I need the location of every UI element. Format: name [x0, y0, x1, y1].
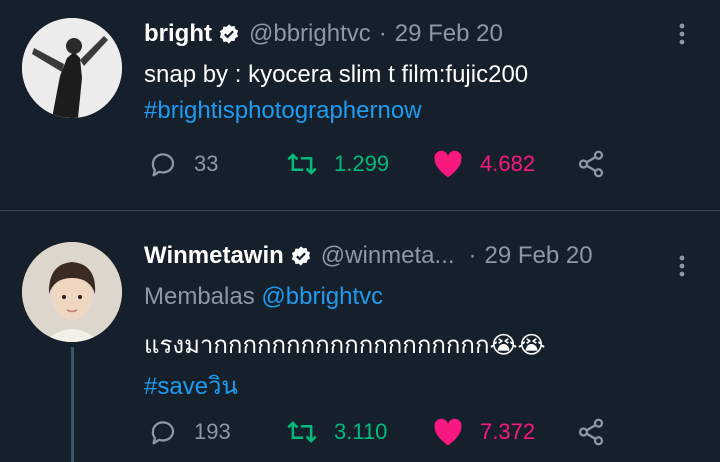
verified-badge-icon	[218, 23, 240, 45]
display-name[interactable]: bright	[144, 20, 212, 48]
tweet[interactable]: bright @bbrightvc · 29 Feb 20 snap by : …	[0, 0, 720, 211]
handle[interactable]: @bbrightvc	[249, 20, 371, 48]
retweet-icon	[286, 149, 318, 179]
timestamp[interactable]: 29 Feb 20	[395, 20, 503, 48]
separator-dot: ·	[378, 20, 387, 47]
tweet-header: bright @bbrightvc · 29 Feb 20	[144, 17, 690, 51]
heart-icon	[432, 149, 464, 179]
like-button[interactable]: 4.682	[432, 146, 535, 182]
reply-count: 33	[194, 151, 219, 176]
tweet-actions: 33 1.299 4.682	[144, 146, 614, 182]
tweet-text: snap by : kyocera slim t film:fujic200	[144, 61, 529, 88]
retweet-count: 1.299	[334, 151, 390, 176]
reply-to-handle[interactable]: @bbrightvc	[261, 283, 383, 310]
more-options-icon[interactable]	[672, 17, 692, 51]
verified-badge-icon	[290, 245, 312, 267]
retweet-count: 3.110	[334, 419, 388, 444]
reply-button[interactable]: 193	[148, 414, 231, 450]
hashtag-link[interactable]: #brightisphotographernow	[144, 97, 422, 125]
timestamp[interactable]: 29 Feb 20	[485, 242, 593, 270]
retweet-icon	[286, 417, 318, 447]
tweet-actions: 193 3.110 7.372	[144, 414, 614, 450]
reply-icon	[148, 417, 178, 447]
share-button[interactable]	[576, 414, 622, 450]
reply-button[interactable]: 33	[148, 146, 218, 182]
retweet-button[interactable]: 1.299	[286, 146, 389, 182]
like-button[interactable]: 7.372	[432, 414, 535, 450]
reply-prefix: Membalas	[144, 283, 255, 310]
hashtag-link[interactable]: #saveวิน	[144, 366, 238, 405]
like-count: 4.682	[480, 151, 536, 176]
tweet-header: Winmetawin @winmeta... · 29 Feb 20	[144, 239, 690, 273]
avatar[interactable]	[22, 18, 122, 118]
avatar[interactable]	[22, 242, 122, 342]
heart-icon	[432, 417, 464, 447]
like-count: 7.372	[480, 419, 536, 444]
share-icon	[576, 149, 606, 179]
display-name[interactable]: Winmetawin	[144, 242, 284, 270]
retweet-button[interactable]: 3.110	[286, 414, 387, 450]
thread-connector-line	[71, 347, 74, 462]
share-icon	[576, 417, 606, 447]
reply-icon	[148, 149, 178, 179]
share-button[interactable]	[576, 146, 622, 182]
handle[interactable]: @winmeta...	[321, 242, 455, 270]
reply-context: Membalas @bbrightvc	[144, 283, 383, 311]
separator-dot: ·	[468, 242, 477, 269]
more-options-icon[interactable]	[672, 249, 692, 283]
tweet-text: แรงมากกกกกกกกกกกกกกกกกกก😭😭	[144, 332, 546, 359]
tweet[interactable]: Winmetawin @winmeta... · 29 Feb 20 Memba…	[0, 211, 720, 462]
reply-count: 193	[194, 419, 231, 444]
